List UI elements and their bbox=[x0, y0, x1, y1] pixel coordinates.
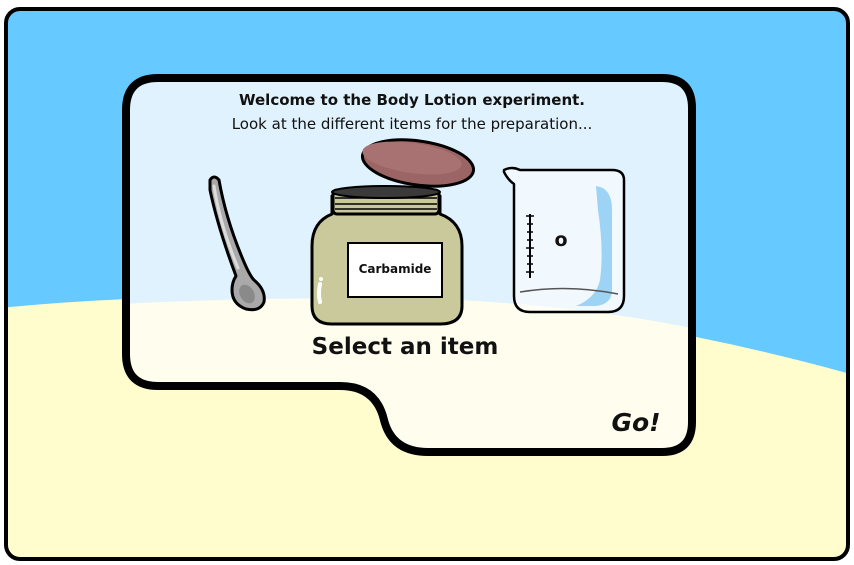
scene-graphics bbox=[4, 7, 850, 561]
beaker-label-text: o bbox=[554, 229, 568, 251]
instruction-text: Look at the different items for the prep… bbox=[231, 115, 593, 133]
select-prompt: Select an item bbox=[311, 334, 499, 360]
welcome-title: Welcome to the Body Lotion experiment. bbox=[239, 91, 585, 109]
go-button[interactable]: Go! bbox=[598, 402, 674, 442]
jar-label-text: Carbamide bbox=[358, 262, 432, 276]
game-stage: Welcome to the Body Lotion experiment. L… bbox=[0, 0, 854, 565]
